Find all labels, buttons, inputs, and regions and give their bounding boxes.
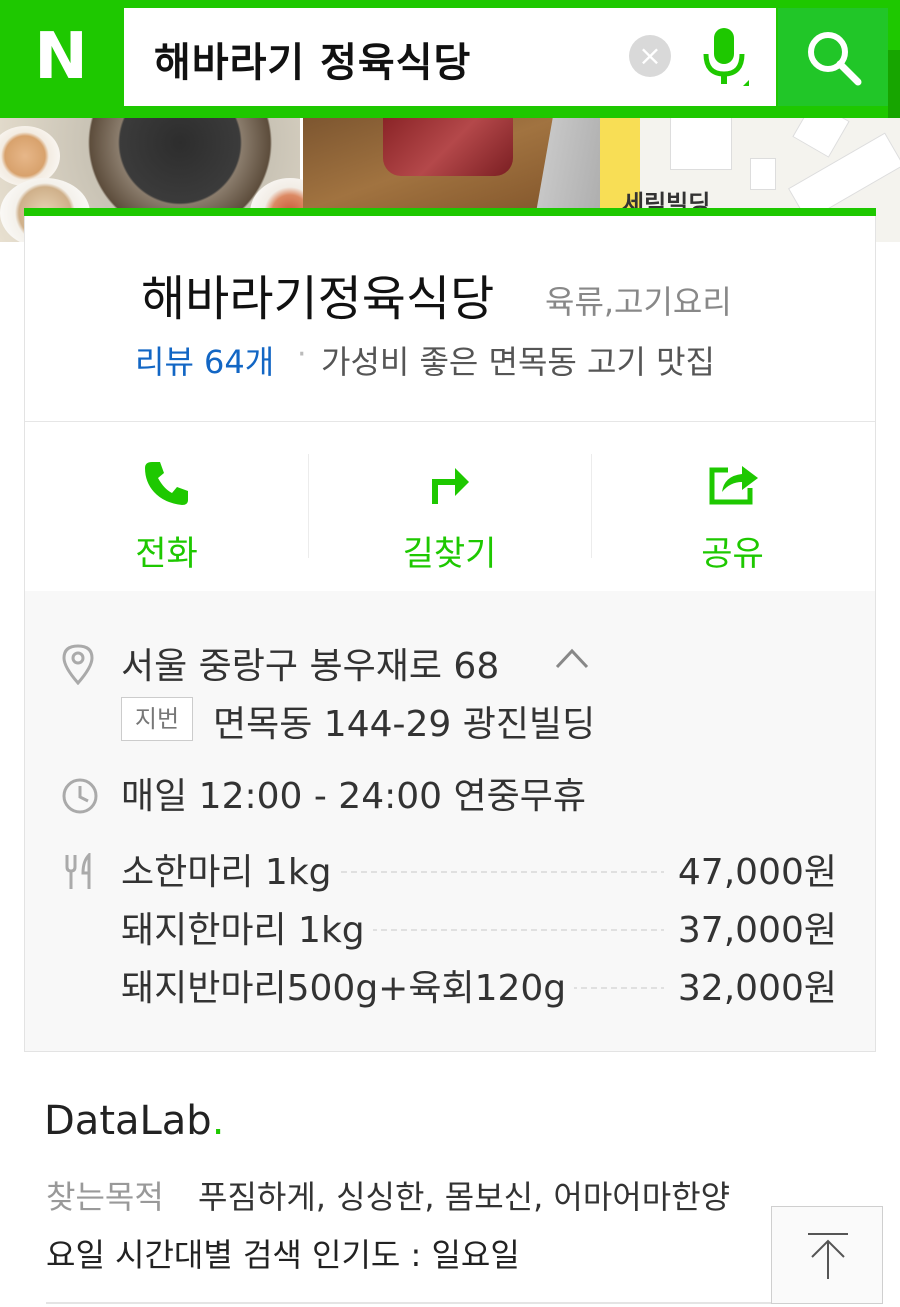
place-category: 육류,고기요리 — [545, 283, 732, 321]
menu-item: 돼지한마리 1kg 37,000원 — [121, 901, 837, 953]
datalab-logo-text: DataLab — [44, 1098, 212, 1144]
share-label: 공유 — [701, 534, 764, 574]
place-details: 서울 중랑구 봉우재로 68 지번 면목동 144-29 광진빌딩 매일 12:… — [25, 591, 875, 1051]
search-button[interactable] — [778, 8, 888, 106]
menu-item: 소한마리 1kg 47,000원 — [121, 843, 837, 895]
business-hours: 매일 12:00 - 24:00 연중무휴 — [121, 776, 586, 817]
share-button[interactable]: 공유 — [591, 422, 874, 592]
clear-search-button[interactable]: × — [629, 35, 671, 77]
search-purpose-values: 푸짐하게, 싱싱한, 몸보신, 어마어마한양 — [198, 1178, 731, 1216]
microphone-icon — [703, 28, 891, 86]
directions-icon — [432, 468, 469, 504]
search-popularity-text: 요일 시간대별 검색 인기도 : 일요일 — [46, 1236, 520, 1274]
phone-icon — [145, 462, 188, 505]
clock-icon — [62, 778, 98, 814]
menu-item-price: 37,000원 — [663, 901, 837, 953]
place-tagline: 가성비 좋은 면목동 고기 맛집 — [321, 343, 715, 381]
menu-item-price: 47,000원 — [663, 843, 837, 895]
menu-item-price: 32,000원 — [663, 959, 837, 1011]
search-query-text[interactable]: 해바라기 정육식당 — [154, 30, 471, 88]
menu-item-name: 소한마리 1kg — [121, 843, 340, 895]
jibun-address: 면목동 144-29 광진빌딩 — [213, 704, 596, 745]
road-address: 서울 중랑구 봉우재로 68 — [121, 646, 500, 687]
search-icon — [808, 32, 862, 86]
scroll-indicator — [888, 50, 900, 118]
datalab-logo-dot: . — [211, 1098, 225, 1144]
search-header: N 해바라기 정육식당 × — [0, 0, 900, 118]
section-divider — [46, 1302, 876, 1304]
separator-dot: · — [297, 337, 307, 372]
naver-logo[interactable]: N — [24, 20, 98, 94]
arrow-up-icon — [808, 1233, 848, 1279]
menu-item: 돼지반마리500g+육회120g 32,000원 — [121, 959, 837, 1011]
card-accent-line — [24, 208, 876, 216]
jibun-badge: 지번 — [121, 697, 193, 741]
share-icon — [709, 466, 758, 505]
fork-knife-icon — [65, 853, 91, 889]
menu-item-name: 돼지한마리 1kg — [121, 901, 373, 953]
place-card: 해바라기정육식당 육류,고기요리 리뷰 64개 · 가성비 좋은 면목동 고기 … — [24, 208, 876, 1052]
call-button[interactable]: 전화 — [25, 422, 308, 592]
datalab-logo[interactable]: DataLab. — [44, 1098, 224, 1144]
directions-button[interactable]: 길찾기 — [308, 422, 591, 592]
review-link[interactable]: 리뷰 64개 — [135, 337, 274, 383]
action-bar: 전화 길찾기 공유 — [25, 421, 875, 593]
chevron-up-icon[interactable] — [555, 647, 589, 669]
location-pin-icon — [62, 644, 94, 685]
search-purpose-label: 찾는목적 — [46, 1178, 164, 1216]
menu-item-name: 돼지반마리500g+육회120g — [121, 959, 575, 1011]
voice-search-button[interactable] — [699, 24, 891, 90]
place-name[interactable]: 해바라기정육식당 — [141, 259, 494, 329]
scroll-to-top-button[interactable] — [771, 1206, 883, 1304]
search-input[interactable]: 해바라기 정육식당 × — [124, 8, 891, 106]
directions-label: 길찾기 — [402, 534, 497, 574]
call-label: 전화 — [135, 534, 198, 574]
